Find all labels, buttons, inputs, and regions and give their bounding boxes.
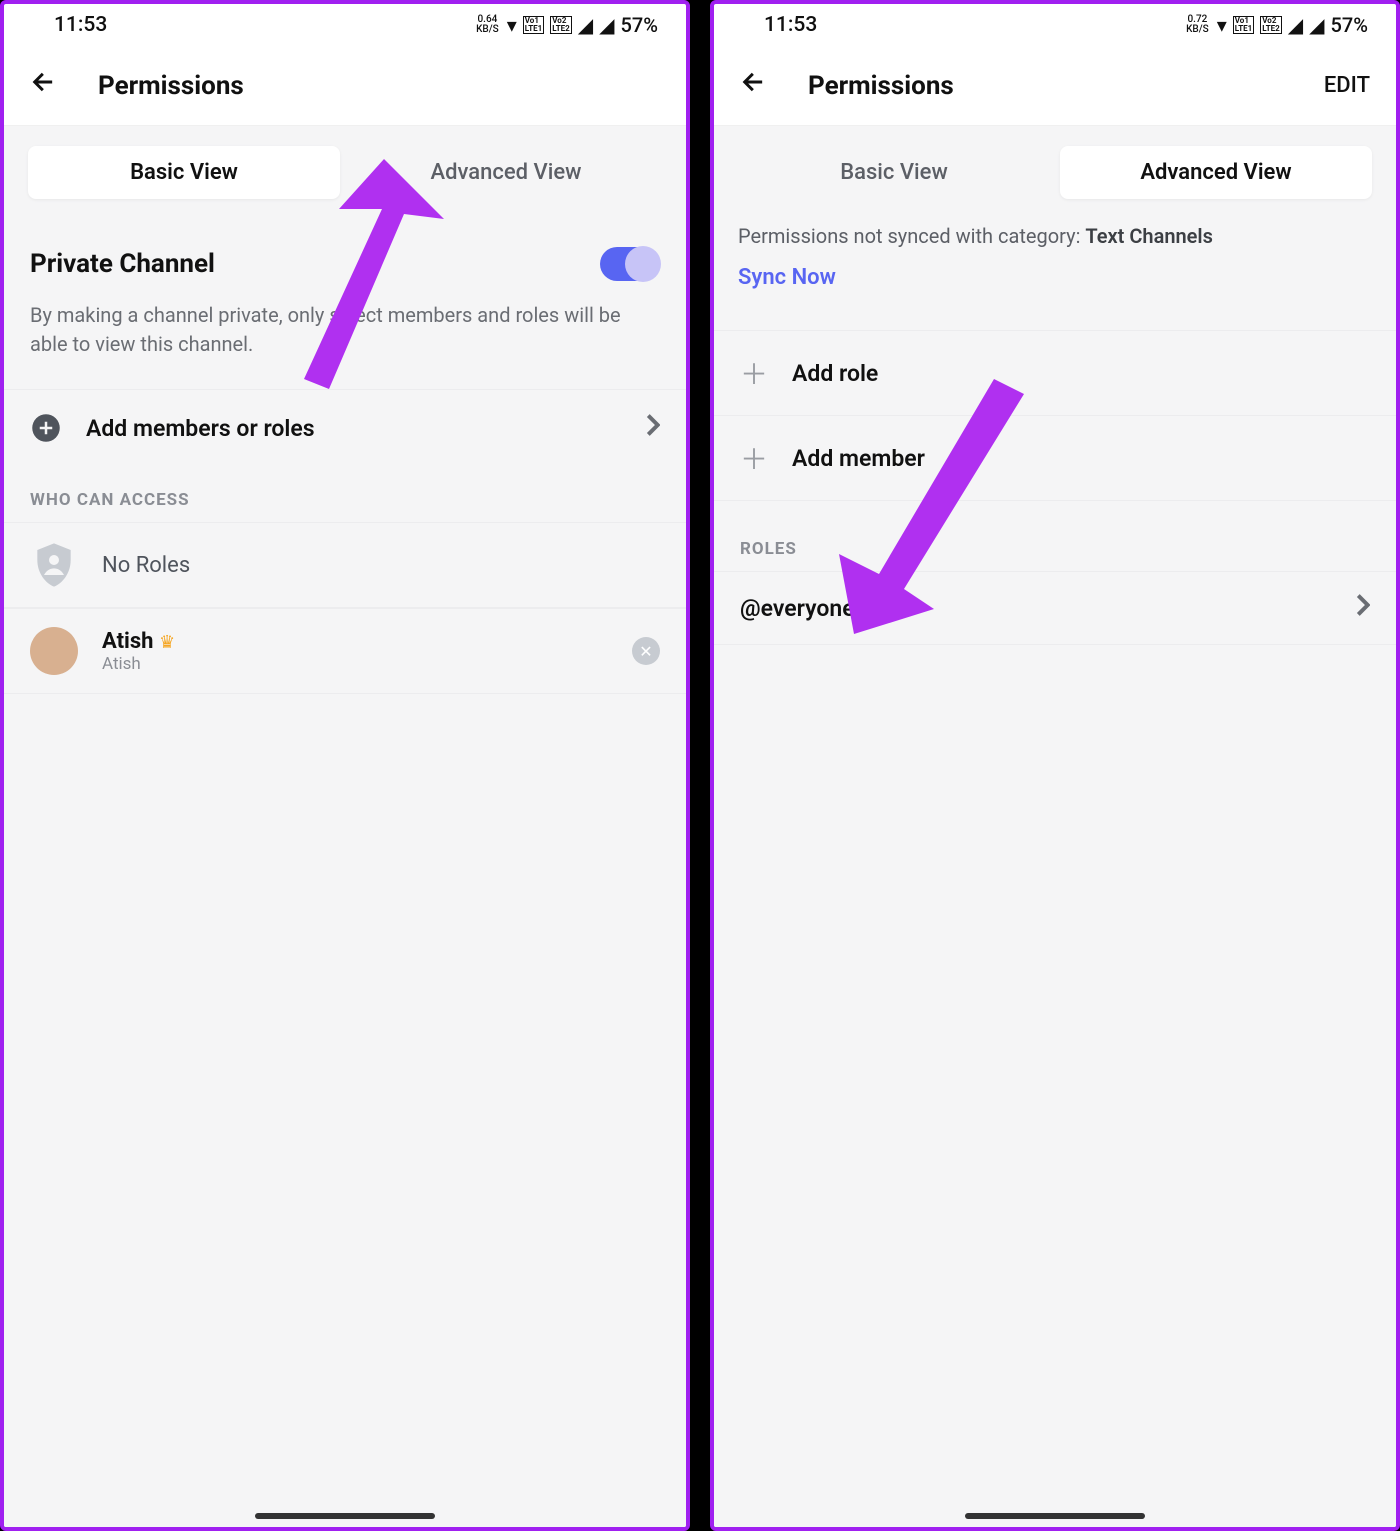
page-title: Permissions	[98, 71, 660, 101]
signal-icon-2: ◢	[1309, 13, 1324, 37]
tab-basic-view[interactable]: Basic View	[28, 146, 340, 199]
view-tabs: Basic View Advanced View	[4, 126, 686, 221]
private-channel-section: Private Channel By making a channel priv…	[4, 221, 686, 389]
roles-header: ROLES	[714, 515, 1396, 571]
plus-icon: ＋	[740, 353, 768, 393]
edit-button[interactable]: EDIT	[1324, 73, 1370, 98]
tab-advanced-view[interactable]: Advanced View	[350, 146, 662, 199]
signal-icon-1: ◢	[1288, 13, 1303, 37]
add-member-button[interactable]: ＋ Add member	[714, 416, 1396, 500]
content-area: Basic View Advanced View Permissions not…	[714, 126, 1396, 1527]
member-item-atish[interactable]: Atish ♛ Atish ✕	[4, 608, 686, 694]
tab-basic-view[interactable]: Basic View	[738, 146, 1050, 199]
add-members-label: Add members or roles	[86, 415, 622, 442]
sync-text: Permissions not synced with category:	[738, 224, 1085, 248]
private-channel-toggle[interactable]	[600, 247, 660, 281]
chevron-right-icon	[646, 414, 660, 442]
lte-icon-2: Vo2LTE2	[1260, 16, 1282, 34]
content-area: Basic View Advanced View Private Channel…	[4, 126, 686, 1527]
member-username: Atish	[102, 654, 608, 674]
app-header: Permissions	[4, 46, 686, 126]
phone-right-advanced-view: 11:53 0.72 KB/S ▾ Vo1LTE1 Vo2LTE2 ◢ ◢ 57…	[710, 0, 1400, 1531]
crown-icon: ♛	[159, 632, 175, 653]
chevron-right-icon	[1356, 594, 1370, 622]
home-indicator[interactable]	[255, 1513, 435, 1519]
lte-icon-1: Vo1LTE1	[523, 16, 545, 34]
kbps-indicator: 0.72 KB/S	[1186, 15, 1209, 35]
signal-icon-2: ◢	[599, 13, 614, 37]
private-channel-title: Private Channel	[30, 249, 215, 279]
member-name: Atish	[102, 629, 154, 654]
role-name: @everyone	[740, 595, 1356, 622]
back-button[interactable]	[30, 68, 58, 104]
battery-text: 57%	[1331, 13, 1368, 37]
plus-circle-icon	[30, 412, 62, 444]
lte-icon-2: Vo2LTE2	[550, 16, 572, 34]
add-member-label: Add member	[792, 445, 1370, 472]
status-bar: 11:53 0.72 KB/S ▾ Vo1LTE1 Vo2LTE2 ◢ ◢ 57…	[714, 4, 1396, 46]
roles-section: ROLES @everyone	[714, 515, 1396, 645]
status-icons: 0.72 KB/S ▾ Vo1LTE1 Vo2LTE2 ◢ ◢ 57%	[1186, 13, 1368, 37]
private-channel-description: By making a channel private, only select…	[30, 301, 660, 359]
add-members-roles-button[interactable]: Add members or roles	[4, 389, 686, 466]
tab-advanced-view[interactable]: Advanced View	[1060, 146, 1372, 199]
add-role-label: Add role	[792, 360, 1370, 387]
role-everyone[interactable]: @everyone	[714, 571, 1396, 645]
status-time: 11:53	[54, 13, 107, 37]
view-tabs: Basic View Advanced View	[714, 126, 1396, 221]
status-time: 11:53	[764, 13, 817, 37]
signal-icon-1: ◢	[578, 13, 593, 37]
phone-left-basic-view: 11:53 0.64 KB/S ▾ Vo1LTE1 Vo2LTE2 ◢ ◢ 57…	[0, 0, 690, 1531]
shield-icon	[30, 541, 78, 589]
add-panel: ＋ Add role ＋ Add member	[714, 330, 1396, 501]
app-header: Permissions EDIT	[714, 46, 1396, 126]
home-indicator[interactable]	[965, 1513, 1145, 1519]
lte-icon-1: Vo1LTE1	[1233, 16, 1255, 34]
who-can-access-header: WHO CAN ACCESS	[4, 466, 686, 522]
battery-text: 57%	[621, 13, 658, 37]
avatar	[30, 627, 78, 675]
no-roles-item: No Roles	[4, 522, 686, 608]
status-icons: 0.64 KB/S ▾ Vo1LTE1 Vo2LTE2 ◢ ◢ 57%	[476, 13, 658, 37]
page-title: Permissions	[808, 71, 1324, 101]
kbps-indicator: 0.64 KB/S	[476, 15, 499, 35]
sync-now-button[interactable]: Sync Now	[738, 261, 1372, 294]
add-role-button[interactable]: ＋ Add role	[714, 331, 1396, 416]
member-name-block: Atish ♛ Atish	[102, 629, 608, 674]
sync-category: Text Channels	[1085, 224, 1213, 248]
remove-member-button[interactable]: ✕	[632, 637, 660, 665]
wifi-icon: ▾	[507, 13, 517, 37]
no-roles-label: No Roles	[102, 553, 660, 578]
status-bar: 11:53 0.64 KB/S ▾ Vo1LTE1 Vo2LTE2 ◢ ◢ 57…	[4, 4, 686, 46]
sync-notice: Permissions not synced with category: Te…	[714, 221, 1396, 312]
wifi-icon: ▾	[1217, 13, 1227, 37]
back-button[interactable]	[740, 68, 768, 104]
plus-icon: ＋	[740, 438, 768, 478]
